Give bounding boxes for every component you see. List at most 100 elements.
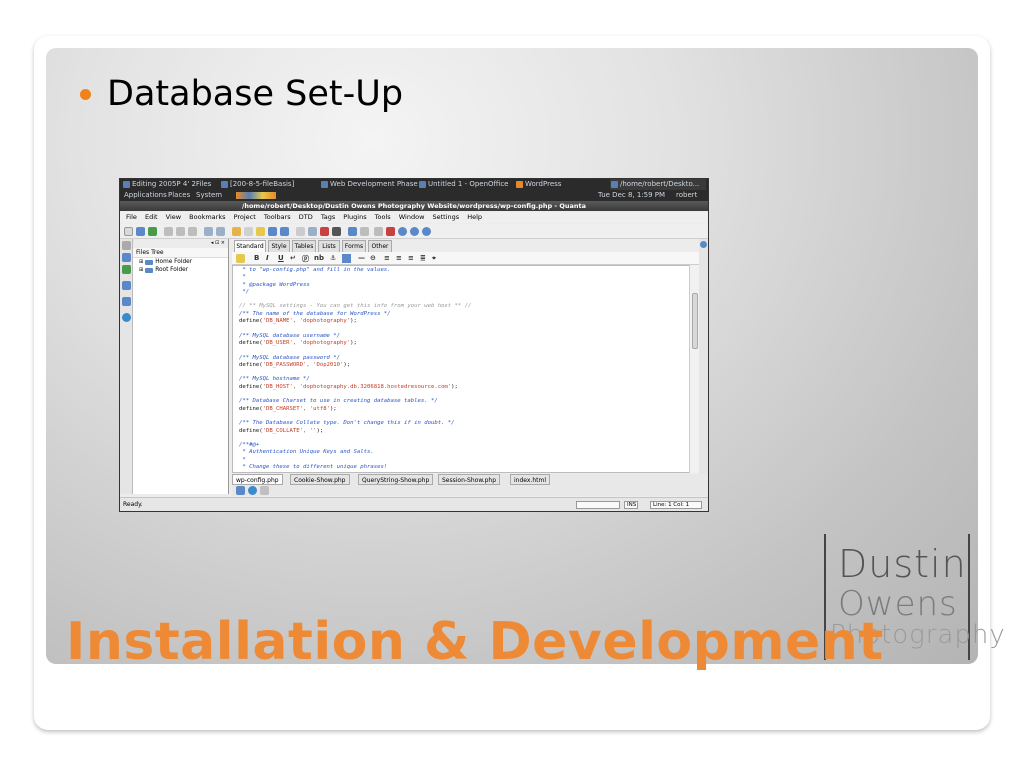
tab-tables[interactable]: Tables bbox=[292, 240, 316, 252]
align-right-icon[interactable]: ≡ bbox=[408, 254, 414, 262]
messages-icon[interactable] bbox=[236, 486, 245, 495]
task-button[interactable]: Untitled 1 - OpenOffice bbox=[418, 179, 513, 190]
undo-icon[interactable] bbox=[268, 227, 277, 236]
annotations-icon[interactable] bbox=[260, 486, 269, 495]
menu-project[interactable]: Project bbox=[234, 213, 256, 221]
user-menu[interactable]: robert bbox=[676, 190, 697, 201]
paste-icon[interactable] bbox=[188, 227, 197, 236]
align-center-icon[interactable]: ≡ bbox=[396, 254, 402, 262]
image-icon[interactable] bbox=[374, 227, 383, 236]
tab-standard[interactable]: Standard bbox=[234, 240, 266, 252]
preview-icon[interactable] bbox=[308, 227, 317, 236]
menu-bookmarks[interactable]: Bookmarks bbox=[189, 213, 225, 221]
task-button[interactable]: WordPress bbox=[515, 179, 575, 190]
files-tree-header[interactable]: Files Tree bbox=[133, 248, 228, 258]
doc-tab[interactable]: QueryString-Show.php bbox=[358, 474, 434, 485]
copy-icon[interactable] bbox=[176, 227, 185, 236]
templates-tab-icon[interactable] bbox=[122, 265, 131, 274]
align-left-icon[interactable]: ≡ bbox=[384, 254, 390, 262]
justify-icon[interactable]: ≣ bbox=[420, 254, 426, 262]
applications-menu[interactable]: Applications bbox=[124, 190, 167, 201]
scrollbar-thumb[interactable] bbox=[692, 293, 698, 349]
doc-tab[interactable]: Cookie-Show.php bbox=[290, 474, 350, 485]
layout-icon[interactable] bbox=[348, 227, 357, 236]
tree-item-root-folder[interactable]: ⊞ Root Folder bbox=[133, 266, 228, 274]
underline-button[interactable]: U bbox=[278, 254, 284, 262]
menu-tools[interactable]: Tools bbox=[375, 213, 391, 221]
tab-other[interactable]: Other bbox=[368, 240, 392, 252]
save-icon[interactable] bbox=[148, 227, 157, 236]
find-icon[interactable] bbox=[204, 227, 213, 236]
filter-icon[interactable] bbox=[296, 227, 305, 236]
linebreak-icon[interactable]: ↵ bbox=[290, 254, 296, 262]
code-content[interactable]: * to "wp-config.php" and fill in the val… bbox=[239, 267, 471, 471]
expand-icon[interactable]: ⊞ bbox=[139, 266, 143, 274]
task-button[interactable]: Web Development Phase bbox=[320, 179, 418, 190]
help-tab-icon[interactable] bbox=[122, 313, 131, 322]
tree-item-home-folder[interactable]: ⊞ Home Folder bbox=[133, 258, 228, 266]
redo-icon[interactable] bbox=[280, 227, 289, 236]
system-menu[interactable]: System bbox=[196, 190, 222, 201]
attributes-tab-icon[interactable] bbox=[122, 297, 131, 306]
places-menu[interactable]: Places bbox=[168, 190, 190, 201]
menu-file[interactable]: File bbox=[126, 213, 137, 221]
side-panel-icon[interactable] bbox=[700, 241, 707, 248]
project-tab-icon[interactable] bbox=[122, 253, 131, 262]
new-file-icon[interactable] bbox=[124, 227, 133, 236]
anchor-icon[interactable]: ⚓ bbox=[330, 254, 336, 262]
menu-help[interactable]: Help bbox=[467, 213, 482, 221]
image-insert-icon[interactable] bbox=[342, 254, 351, 263]
window-title-bar[interactable]: /home/robert/Desktop/Dustin Owens Photog… bbox=[120, 201, 708, 211]
menu-plugins[interactable]: Plugins bbox=[343, 213, 366, 221]
menu-view[interactable]: View bbox=[166, 213, 181, 221]
paste-special-icon[interactable] bbox=[256, 227, 265, 236]
edit-icon[interactable] bbox=[244, 227, 253, 236]
print-icon[interactable] bbox=[164, 227, 173, 236]
grid-icon[interactable] bbox=[332, 227, 341, 236]
forward-icon[interactable] bbox=[422, 227, 431, 236]
code-editor[interactable]: * to "wp-config.php" and fill in the val… bbox=[232, 265, 699, 473]
task-button[interactable]: [200-8-5-fileBasis] bbox=[220, 179, 316, 190]
tab-lists[interactable]: Lists bbox=[318, 240, 340, 252]
table-icon[interactable] bbox=[320, 227, 329, 236]
menu-window[interactable]: Window bbox=[399, 213, 425, 221]
tab-forms[interactable]: Forms bbox=[342, 240, 366, 252]
paragraph-icon[interactable]: ⓟ bbox=[302, 254, 309, 264]
italic-button[interactable]: I bbox=[266, 254, 269, 262]
menu-toolbars[interactable]: Toolbars bbox=[264, 213, 291, 221]
nbsp-button[interactable]: nb bbox=[314, 254, 324, 262]
open-file-icon[interactable] bbox=[136, 227, 145, 236]
panel-controls[interactable]: ◂ ⊡ × bbox=[133, 239, 228, 248]
doc-tab[interactable]: index.html bbox=[510, 474, 550, 485]
cut-icon[interactable] bbox=[232, 227, 241, 236]
clock[interactable]: Tue Dec 8, 1:59 PM bbox=[598, 190, 665, 201]
hr-icon[interactable]: — bbox=[358, 254, 365, 262]
menu-edit[interactable]: Edit bbox=[145, 213, 158, 221]
doc-tab[interactable]: Session-Show.php bbox=[438, 474, 501, 485]
launcher-icons[interactable] bbox=[236, 192, 276, 199]
menu-bar: File Edit View Bookmarks Project Toolbar… bbox=[120, 212, 708, 223]
expand-icon[interactable]: ⊞ bbox=[139, 258, 143, 266]
problems-icon[interactable] bbox=[248, 486, 257, 495]
editor-scrollbar[interactable] bbox=[689, 265, 699, 473]
menu-tags[interactable]: Tags bbox=[321, 213, 335, 221]
tools-icon[interactable] bbox=[386, 227, 395, 236]
split-view-icon[interactable] bbox=[360, 227, 369, 236]
replace-icon[interactable] bbox=[216, 227, 225, 236]
code-line: /** Database Charset to use in creating … bbox=[239, 398, 438, 405]
menu-dtd[interactable]: DTD bbox=[299, 213, 313, 221]
task-button[interactable]: Editing 2005P 4' 2Files bbox=[122, 179, 212, 190]
reload-icon[interactable] bbox=[398, 227, 407, 236]
back-icon[interactable] bbox=[410, 227, 419, 236]
code-line: * bbox=[239, 274, 246, 281]
tag-icon[interactable]: ⌖ bbox=[432, 254, 436, 263]
files-tab-icon[interactable] bbox=[122, 241, 131, 250]
task-button[interactable]: /home/robert/Deskto... bbox=[610, 179, 706, 190]
doc-tab[interactable]: wp-config.php bbox=[232, 474, 283, 485]
quickstart-icon[interactable] bbox=[236, 254, 245, 263]
bold-button[interactable]: B bbox=[254, 254, 259, 262]
tab-style[interactable]: Style bbox=[268, 240, 290, 252]
menu-settings[interactable]: Settings bbox=[432, 213, 459, 221]
comment-icon[interactable]: ⊖ bbox=[370, 254, 376, 262]
structure-tab-icon[interactable] bbox=[122, 281, 131, 290]
